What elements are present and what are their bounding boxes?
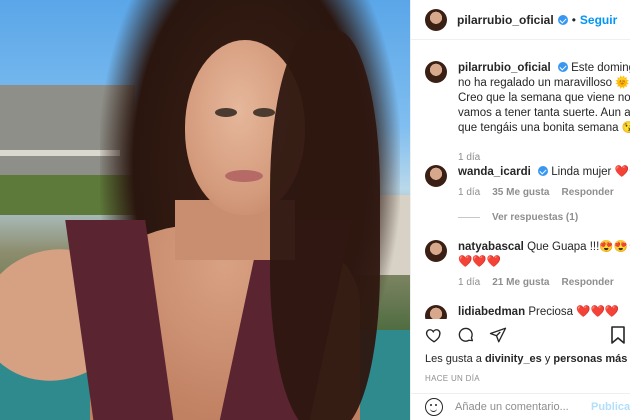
likes-summary[interactable]: Les gusta a divinity_es y personas más — [425, 353, 627, 365]
heart-icon[interactable] — [425, 326, 443, 344]
comment-text: Preciosa ❤️❤️❤️ — [528, 306, 620, 318]
comment-item: wanda_icardi Linda mujer ❤️ ♡ 1 día 35 M… — [425, 165, 630, 223]
post-header: pilarrubio_oficial • Seguir — [411, 0, 630, 40]
author-username[interactable]: pilarrubio_oficial — [457, 13, 554, 27]
comments-list[interactable]: pilarrubio_oficial Este domingo no ha re… — [411, 41, 630, 319]
comment-username[interactable]: lidiabedman — [458, 306, 525, 318]
commenter-avatar[interactable] — [425, 305, 447, 319]
comment-meta: 1 día 35 Me gusta Responder — [458, 187, 630, 198]
comment-likes[interactable]: 21 Me gusta — [492, 277, 549, 288]
reply-button[interactable]: Responder — [562, 187, 614, 198]
photo-lips — [225, 170, 263, 182]
likes-user[interactable]: divinity_es — [485, 353, 542, 365]
comment-input[interactable] — [455, 401, 585, 413]
caption-body: pilarrubio_oficial Este domingo no ha re… — [458, 61, 630, 136]
caption-meta: 1 día — [458, 152, 630, 163]
emoji-icon[interactable] — [425, 398, 443, 416]
commenter-avatar[interactable] — [425, 240, 447, 262]
comment-time[interactable]: 1 día — [458, 277, 480, 288]
view-replies-button[interactable]: Ver respuestas (1) — [458, 212, 630, 223]
caption-username[interactable]: pilarrubio_oficial — [458, 62, 551, 74]
post-sidebar: pilarrubio_oficial • Seguir pilarrubio_o… — [410, 0, 630, 420]
verified-icon — [538, 166, 549, 176]
comment-username[interactable]: wanda_icardi — [458, 166, 531, 178]
add-comment-bar: Publicar — [411, 393, 630, 420]
likes-prefix: Les gusta a — [425, 353, 485, 365]
action-bar — [425, 326, 507, 344]
share-icon[interactable] — [489, 326, 507, 344]
caption-avatar[interactable] — [425, 61, 447, 83]
commenter-avatar[interactable] — [425, 165, 447, 187]
comment-item: natyabascal Que Guapa !!!😍😍 😍❤️❤️❤️ ♡ 1 … — [425, 240, 630, 288]
photo-hair-front — [270, 30, 380, 420]
separator-dot: • — [571, 12, 576, 27]
comment-time[interactable]: 1 día — [458, 187, 480, 198]
view-replies-label: Ver respuestas (1) — [492, 212, 579, 223]
comment-body: lidiabedman Preciosa ❤️❤️❤️ — [458, 305, 630, 319]
comment-meta: 1 día 21 Me gusta Responder — [458, 277, 630, 288]
verified-icon — [557, 62, 568, 72]
comment-icon[interactable] — [457, 326, 475, 344]
reply-button[interactable]: Responder — [562, 277, 614, 288]
comment-likes[interactable]: 35 Me gusta — [492, 187, 549, 198]
replies-divider — [458, 217, 480, 218]
bookmark-icon[interactable] — [611, 326, 625, 344]
follow-button[interactable]: Seguir — [580, 13, 617, 27]
comment-username[interactable]: natyabascal — [458, 241, 524, 253]
photo-eye-left — [215, 108, 237, 117]
comment-item: lidiabedman Preciosa ❤️❤️❤️ — [425, 305, 630, 319]
verified-icon — [557, 14, 568, 25]
photo-eye-right — [253, 108, 275, 117]
comment-body: wanda_icardi Linda mujer ❤️ — [458, 165, 630, 180]
caption-time[interactable]: 1 día — [458, 152, 480, 163]
post-timestamp[interactable]: HACE UN DÍA — [425, 374, 480, 383]
comment-body: natyabascal Que Guapa !!!😍😍 😍❤️❤️❤️ — [458, 240, 630, 270]
comment-text: Linda mujer ❤️ — [551, 166, 629, 178]
caption: pilarrubio_oficial Este domingo no ha re… — [425, 61, 630, 163]
author-avatar[interactable] — [425, 8, 447, 31]
likes-middle: y — [541, 353, 554, 365]
publish-button[interactable]: Publicar — [591, 401, 630, 413]
post-photo[interactable] — [0, 0, 410, 420]
likes-others[interactable]: personas más — [553, 353, 627, 365]
